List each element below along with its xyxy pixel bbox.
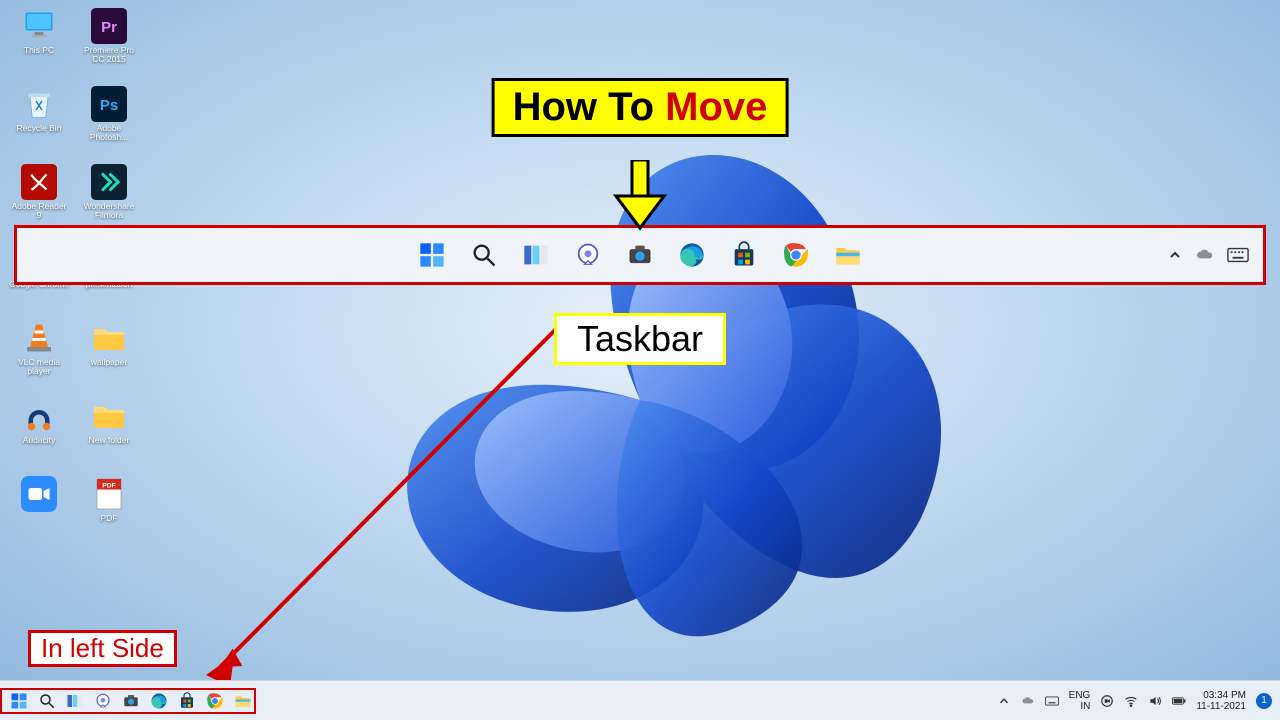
desktop-icon-label: New folder: [89, 436, 130, 445]
recycle-bin-icon: [21, 86, 57, 122]
diagonal-arrow-icon: [200, 315, 680, 705]
task-view-icon[interactable]: [522, 241, 550, 269]
battery-icon[interactable]: [1172, 694, 1186, 708]
folder-icon: [91, 398, 127, 434]
chat-icon[interactable]: [92, 690, 114, 712]
onedrive-icon[interactable]: [1021, 694, 1035, 708]
premiere-icon: Pr: [91, 8, 127, 44]
vlc-icon: [21, 320, 57, 356]
desktop-icon-new-folder[interactable]: New folder: [78, 398, 140, 470]
language-bottom: IN: [1080, 701, 1090, 712]
desktop-icon-label: This PC: [24, 46, 54, 55]
camera-icon[interactable]: [120, 690, 142, 712]
time-text: 03:34 PM: [1203, 690, 1246, 701]
system-tray: ENG IN 03:34 PM 11-11-2021 1: [997, 690, 1280, 712]
desktop-icon-label: VLC media player: [9, 358, 69, 377]
file-explorer-icon[interactable]: [232, 690, 254, 712]
center-taskbar-tray: [1167, 245, 1249, 265]
edge-icon[interactable]: [678, 241, 706, 269]
desktop-icon-label: wallpaper: [91, 358, 127, 367]
svg-text:PDF: PDF: [102, 482, 116, 489]
callout-leftside-label: In left Side: [28, 630, 177, 667]
date-text: 11-11-2021: [1196, 701, 1246, 712]
start-icon[interactable]: [8, 690, 30, 712]
zoom-icon: [21, 476, 57, 512]
notification-badge[interactable]: 1: [1256, 693, 1272, 709]
desktop-icon-this-pc[interactable]: This PC: [8, 8, 70, 80]
callout-title-accent: Move: [665, 85, 767, 129]
wifi-icon[interactable]: [1124, 694, 1138, 708]
task-view-icon[interactable]: [64, 690, 86, 712]
desktop-icon-label: Recycle Bin: [17, 124, 62, 133]
chevron-up-icon[interactable]: [997, 694, 1011, 708]
sound-icon[interactable]: [1148, 694, 1162, 708]
desktop-icon-label: Adobe Photosh...: [79, 124, 139, 143]
chevron-up-icon[interactable]: [1167, 247, 1183, 263]
desktop-icon-wallpaper[interactable]: wallpaper: [78, 320, 140, 392]
pdf-icon: PDF: [91, 476, 127, 512]
desktop-icon-label: Premiere Pro CC 2015: [79, 46, 139, 65]
center-taskbar-apps: [418, 241, 862, 269]
store-icon[interactable]: [176, 690, 198, 712]
touch-keyboard-icon[interactable]: [1227, 246, 1249, 264]
arrow-down-icon: [610, 160, 670, 235]
desktop-icon-label: PDF: [101, 514, 118, 523]
language-indicator[interactable]: ENG IN: [1069, 690, 1091, 712]
camera-icon[interactable]: [626, 241, 654, 269]
desktop-icon-vlc[interactable]: VLC media player: [8, 320, 70, 392]
desktop-icon-label: Audacity: [23, 436, 56, 445]
desktop-icon-audacity[interactable]: Audacity: [8, 398, 70, 470]
callout-title-text: How To: [513, 85, 666, 129]
edge-icon[interactable]: [148, 690, 170, 712]
language-top: ENG: [1069, 690, 1091, 701]
monitor-icon: [21, 8, 57, 44]
desktop-icon-zoom[interactable]: [8, 476, 70, 548]
adobe-reader-icon: [21, 164, 57, 200]
touch-keyboard-icon[interactable]: [1045, 694, 1059, 708]
chrome-icon[interactable]: [782, 241, 810, 269]
desktop-icon-label: Adobe Reader 9: [9, 202, 69, 221]
chrome-icon[interactable]: [204, 690, 226, 712]
filmora-icon: [91, 164, 127, 200]
audacity-icon: [21, 398, 57, 434]
search-icon[interactable]: [36, 690, 58, 712]
meet-now-icon[interactable]: [1100, 694, 1114, 708]
svg-text:Ps: Ps: [100, 97, 118, 114]
file-explorer-icon[interactable]: [834, 241, 862, 269]
bottom-taskbar-apps: [0, 688, 256, 714]
folder-icon: [91, 320, 127, 356]
callout-taskbar-label: Taskbar: [554, 313, 726, 365]
photoshop-icon: Ps: [91, 86, 127, 122]
svg-text:Pr: Pr: [101, 19, 117, 36]
search-icon[interactable]: [470, 241, 498, 269]
callout-title: How To Move: [492, 78, 789, 137]
start-icon[interactable]: [418, 241, 446, 269]
desktop-icon-recycle-bin[interactable]: Recycle Bin: [8, 86, 70, 158]
desktop-icon-label: Wondershare Filmora: [79, 202, 139, 221]
store-icon[interactable]: [730, 241, 758, 269]
chat-icon[interactable]: [574, 241, 602, 269]
desktop-icon-pdf[interactable]: PDF PDF: [78, 476, 140, 548]
desktop-icon-photoshop[interactable]: Ps Adobe Photosh...: [78, 86, 140, 158]
onedrive-icon[interactable]: [1195, 245, 1215, 265]
desktop-icon-premiere[interactable]: Pr Premiere Pro CC 2015: [78, 8, 140, 80]
clock[interactable]: 03:34 PM 11-11-2021: [1196, 690, 1246, 712]
bottom-taskbar: ENG IN 03:34 PM 11-11-2021 1: [0, 680, 1280, 720]
